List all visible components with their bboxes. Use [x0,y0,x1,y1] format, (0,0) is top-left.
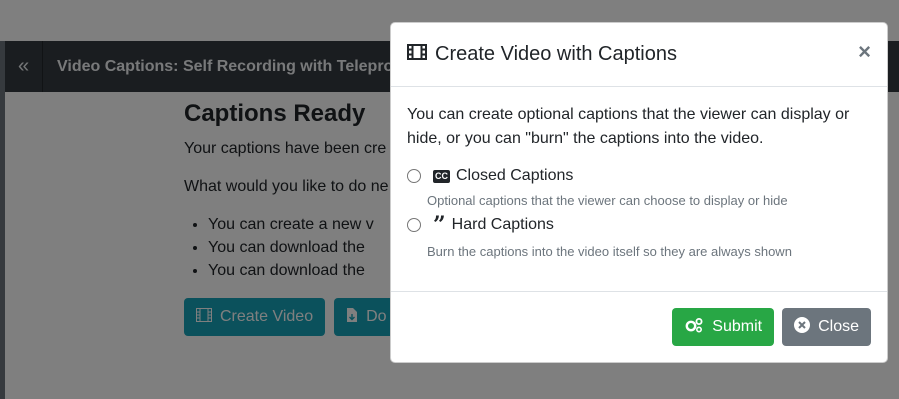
submit-button[interactable]: Submit [672,308,775,346]
create-video-modal: Create Video with Captions × You can cre… [390,22,888,363]
quote-icon: ” [433,212,446,238]
closed-captions-icon: CC [433,169,450,183]
modal-header: Create Video with Captions × [391,23,887,87]
hard-captions-radio[interactable] [407,218,421,232]
close-icon[interactable]: × [858,41,871,63]
modal-body: You can create optional captions that th… [391,87,887,259]
modal-title-text: Create Video with Captions [435,43,677,65]
modal-title: Create Video with Captions [407,43,677,66]
closed-captions-label: Closed Captions [456,167,574,184]
closed-captions-option[interactable]: CC Closed Captions [407,167,871,185]
closed-captions-radio[interactable] [407,169,421,183]
modal-footer: Submit Close [391,291,887,362]
closed-captions-help: Optional captions that the viewer can ch… [427,193,788,208]
modal-intro-text: You can create optional captions that th… [407,106,850,147]
hard-captions-option[interactable]: ” Hard Captions [407,214,871,236]
film-icon [407,43,427,66]
close-label: Close [818,318,859,335]
times-circle-icon [794,316,811,338]
hard-captions-label: Hard Captions [451,216,554,233]
close-button[interactable]: Close [782,308,871,346]
submit-label: Submit [712,318,763,335]
cogs-icon [684,317,704,338]
hard-captions-help: Burn the captions into the video itself … [427,244,792,259]
